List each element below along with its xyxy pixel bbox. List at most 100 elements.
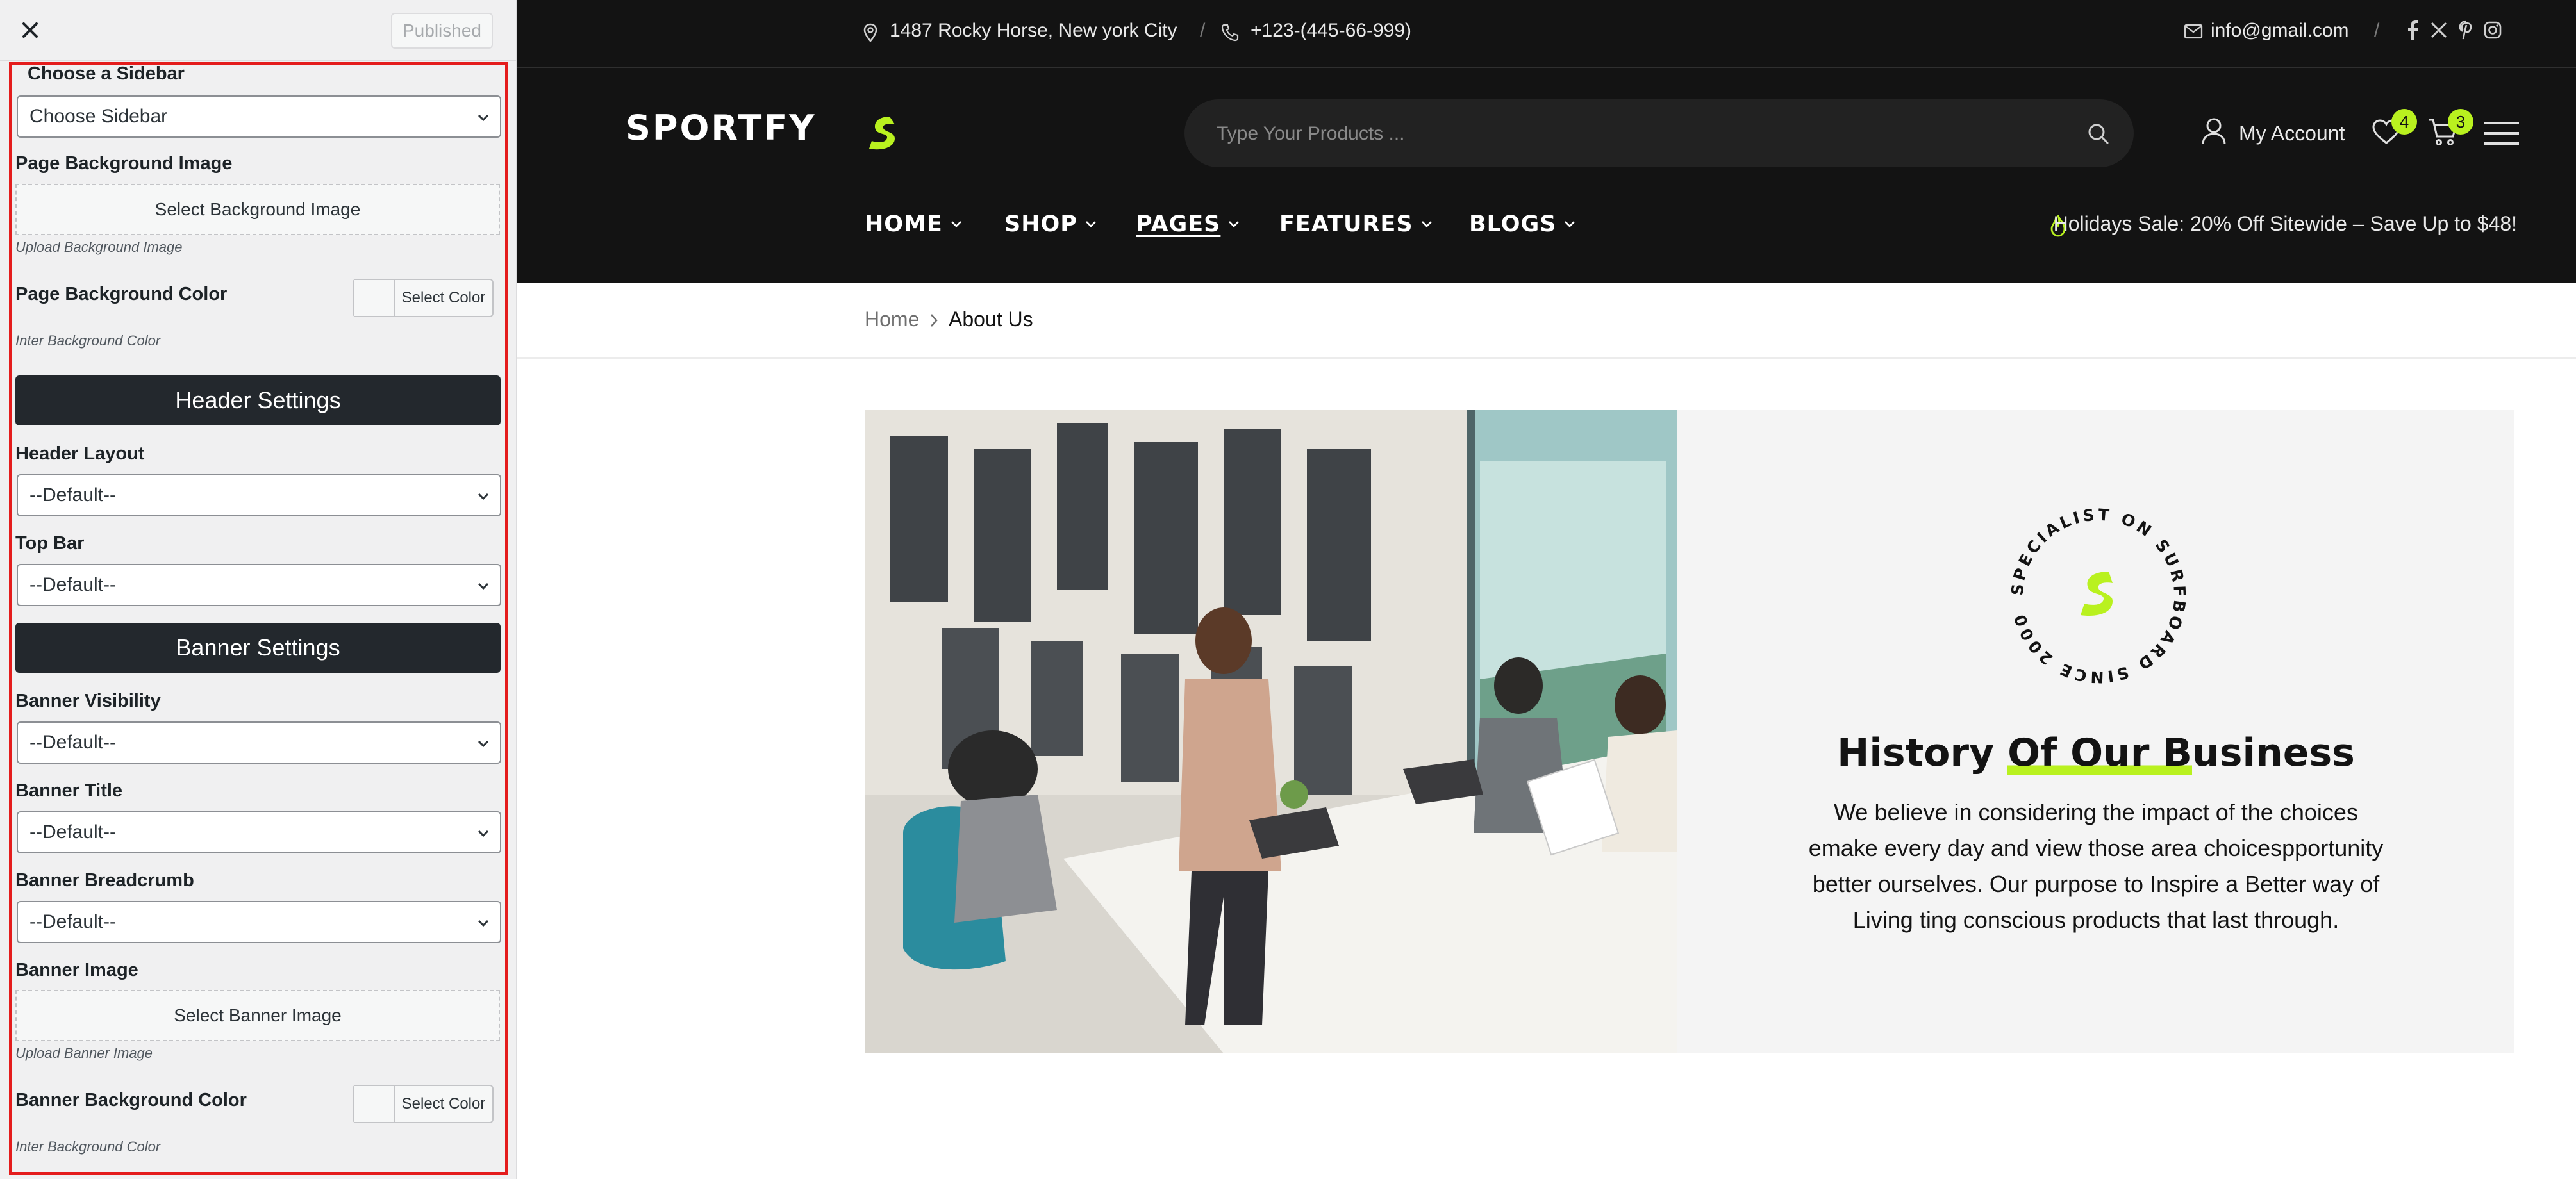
banner-title-select[interactable]: --Default--: [17, 811, 501, 853]
select-color-label: Select Color: [401, 1095, 486, 1112]
topbar-address: 1487 Rocky Horse, New york City: [890, 20, 1177, 41]
topbar-separator: /: [1200, 20, 1206, 41]
nav-blogs-label: BLOGS: [1469, 211, 1557, 237]
chevron-down-icon: [951, 221, 961, 227]
nav-shop[interactable]: SHOP: [1004, 211, 1098, 237]
mail-icon: [2184, 24, 2203, 39]
close-button[interactable]: [0, 0, 60, 60]
my-account-link[interactable]: My Account: [2239, 122, 2345, 145]
breadcrumb: [517, 283, 2576, 359]
sidebar-select[interactable]: Choose Sidebar: [17, 95, 501, 138]
chevron-down-icon: [1085, 221, 1096, 227]
chevron-down-icon: [478, 493, 489, 500]
customizer-panel: Published Choose a Sidebar Choose Sideba…: [0, 0, 517, 1179]
close-icon: [22, 22, 38, 38]
topbar-phone: +123-(445-66-999): [1251, 20, 1412, 41]
chevron-down-icon: [1565, 221, 1575, 227]
chevron-down-icon: [478, 919, 489, 927]
site-header: 1487 Rocky Horse, New york City / +123-(…: [517, 0, 2576, 283]
banner-visibility-select[interactable]: --Default--: [17, 721, 501, 764]
banner-breadcrumb-select-value: --Default--: [29, 911, 117, 932]
topbar-email[interactable]: info@gmail.com: [2211, 20, 2349, 42]
topbar-separator: /: [2374, 20, 2380, 41]
top-bar-select-value: --Default--: [29, 574, 117, 595]
about-heading-start: History: [1837, 730, 2008, 775]
page-bg-image-label: Page Background Image: [15, 153, 233, 174]
pinterest-icon[interactable]: [2459, 20, 2474, 40]
select-color-label: Select Color: [401, 289, 486, 306]
since-2000-badge: SPECIALIST ON SURFBOARD SINCE 2000 WE AR…: [1992, 485, 2195, 692]
about-heading: History Of Our Business: [1677, 730, 2514, 775]
select-banner-image-button[interactable]: Select Banner Image: [15, 990, 500, 1041]
top-bar-select[interactable]: --Default--: [17, 564, 501, 606]
chevron-down-icon: [478, 114, 489, 122]
sidebar-select-value: Choose Sidebar: [29, 106, 168, 127]
logo-text[interactable]: SPORTFY: [626, 108, 816, 148]
page-bg-image-hint: Upload Background Image: [15, 239, 183, 255]
banner-image-hint: Upload Banner Image: [15, 1045, 153, 1061]
search-icon[interactable]: [2087, 122, 2110, 145]
search-bar: [1184, 99, 2134, 167]
banner-breadcrumb-label: Banner Breadcrumb: [15, 870, 194, 891]
nav-pages-label: PAGES: [1136, 211, 1221, 237]
chevron-down-icon: [478, 740, 489, 748]
banner-visibility-select-value: --Default--: [29, 732, 117, 753]
chevron-down-icon: [478, 582, 489, 590]
banner-bg-color-picker[interactable]: Select Color: [353, 1085, 494, 1123]
phone-icon: [1221, 24, 1239, 42]
nav-home-label: HOME: [865, 211, 943, 237]
breadcrumb-current: About Us: [949, 308, 1033, 331]
instagram-icon[interactable]: [2483, 21, 2502, 40]
header-layout-select[interactable]: --Default--: [17, 474, 501, 516]
page-bg-color-label: Page Background Color: [15, 284, 228, 304]
about-heading-end: usiness: [2192, 730, 2355, 775]
about-description: We believe in considering the impact of …: [1808, 799, 2384, 933]
page-bg-color-picker[interactable]: Select Color: [353, 279, 494, 317]
header-layout-select-value: --Default--: [29, 484, 117, 506]
banner-bg-color-hint: Inter Background Color: [15, 1139, 161, 1155]
breadcrumb-home-link[interactable]: Home: [865, 308, 919, 331]
topbar-divider: [517, 67, 2576, 68]
nav-shop-label: SHOP: [1004, 211, 1077, 237]
select-background-image-button[interactable]: Select Background Image: [15, 184, 500, 235]
top-bar-label: Top Bar: [15, 533, 85, 554]
banner-bg-color-label: Banner Background Color: [15, 1090, 247, 1110]
customizer-controls: Choose a Sidebar Choose Sidebar Page Bac…: [9, 62, 508, 1175]
customizer-header: Published: [0, 0, 516, 61]
cart-count-badge: 3: [2448, 109, 2473, 135]
wishlist-count-badge: 4: [2391, 109, 2417, 135]
location-pin-icon: [863, 23, 877, 42]
color-swatch: [354, 280, 395, 316]
chevron-down-icon: [1421, 221, 1432, 227]
search-input[interactable]: [1215, 119, 2051, 149]
header-settings-section: Header Settings: [15, 375, 501, 425]
banner-image-label: Banner Image: [15, 960, 138, 980]
banner-title-label: Banner Title: [15, 780, 123, 801]
about-heading-highlight: Of Our B: [2007, 730, 2193, 775]
nav-pages[interactable]: PAGES: [1136, 211, 1241, 237]
x-icon[interactable]: [2430, 21, 2448, 39]
hamburger-menu-icon[interactable]: [2483, 120, 2520, 146]
sale-announcement: Holidays Sale: 20% Off Sitewide – Save U…: [2053, 212, 2517, 235]
office-meeting-photo: [865, 410, 1677, 1053]
published-button[interactable]: Published: [391, 13, 493, 49]
nav-features[interactable]: FEATURES: [1279, 211, 1434, 237]
banner-title-select-value: --Default--: [29, 821, 117, 843]
header-layout-label: Header Layout: [15, 443, 145, 464]
facebook-icon[interactable]: [2406, 20, 2419, 40]
chevron-down-icon: [478, 830, 489, 837]
page-bg-color-hint: Inter Background Color: [15, 333, 161, 349]
chevron-right-icon: [931, 314, 938, 327]
banner-settings-section: Banner Settings: [15, 623, 501, 673]
nav-features-label: FEATURES: [1279, 211, 1413, 237]
site-preview: 1487 Rocky Horse, New york City / +123-(…: [517, 0, 2576, 1179]
chevron-down-icon: [1229, 221, 1240, 227]
nav-home[interactable]: HOME: [865, 211, 963, 237]
color-swatch: [354, 1086, 395, 1122]
nav-blogs[interactable]: BLOGS: [1469, 211, 1577, 237]
banner-breadcrumb-select[interactable]: --Default--: [17, 901, 501, 943]
user-icon[interactable]: [2201, 117, 2227, 145]
banner-visibility-label: Banner Visibility: [15, 691, 161, 711]
sidebar-label: Choose a Sidebar: [28, 63, 185, 84]
logo-icon[interactable]: [865, 114, 902, 151]
